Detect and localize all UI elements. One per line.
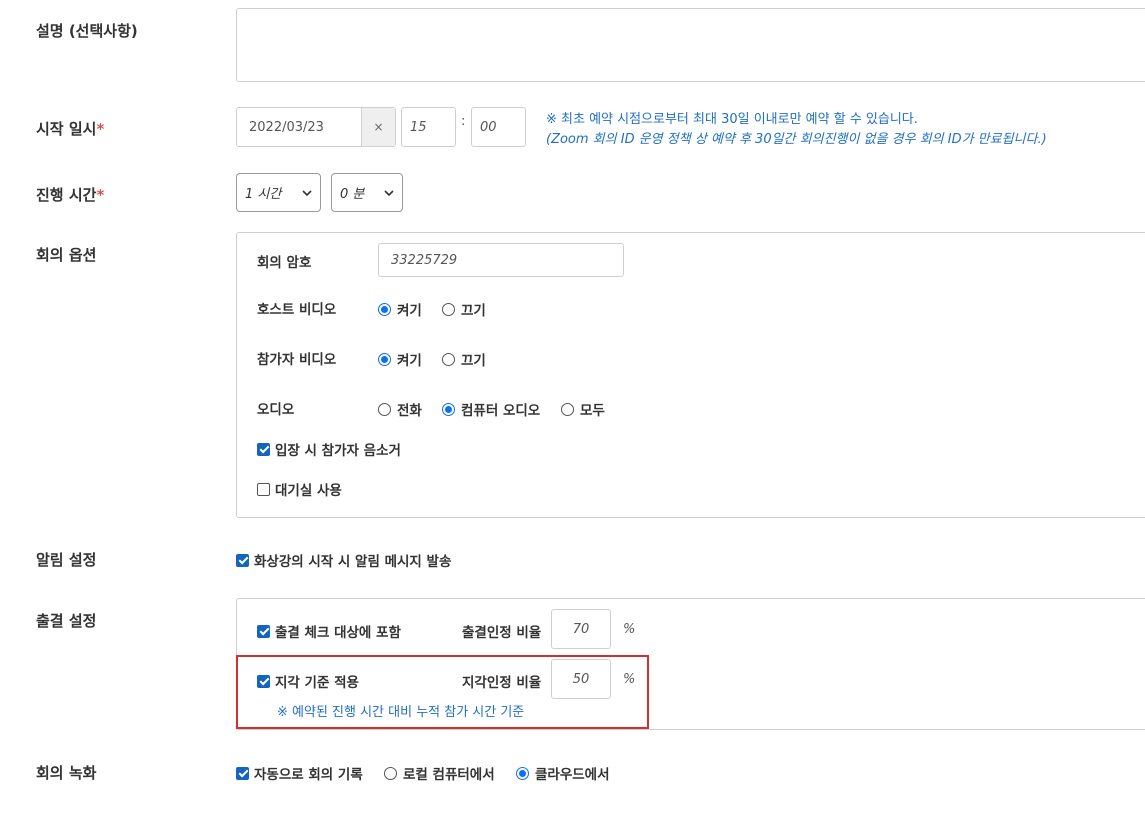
start-label-text: 시작 일시	[36, 120, 97, 138]
late-ratio-unit: %	[623, 672, 636, 687]
checkbox-checked[interactable]	[257, 674, 270, 688]
participant-video-label: 참가자 비디오	[257, 352, 337, 368]
late-apply-checkbox[interactable]: 지각 기준 적용	[257, 671, 359, 691]
chevron-down-icon	[302, 189, 312, 196]
duration-label: 진행 시간*	[36, 184, 104, 205]
radio-unselected[interactable]	[384, 766, 397, 780]
radio-selected[interactable]	[442, 402, 455, 416]
chevron-down-icon	[384, 189, 394, 196]
waiting-room-checkbox[interactable]: 대기실 사용	[257, 479, 342, 499]
description-label: 설명 (선택사항)	[36, 22, 138, 40]
reservation-note: ※ 최초 예약 시점으로부터 최대 30일 이내로만 예약 할 수 있습니다.	[546, 112, 918, 127]
minutes-select-value: 0 분	[340, 187, 365, 202]
attend-ratio-unit: %	[623, 622, 636, 637]
mute-on-entry-checkbox[interactable]: 입장 시 참가자 음소거	[257, 439, 401, 459]
attendance-include-checkbox[interactable]: 출결 체크 대상에 포함	[257, 621, 401, 641]
record-local-radio[interactable]: 로컬 컴퓨터에서	[384, 763, 495, 783]
notification-option-label: 화상강의 시작 시 알림 메시지 발송	[254, 554, 452, 570]
auto-record-checkbox[interactable]: 자동으로 회의 기록	[236, 763, 363, 783]
waiting-room-label: 대기실 사용	[275, 483, 342, 499]
password-label: 회의 암호	[257, 255, 312, 271]
late-ratio-input[interactable]: 50	[551, 659, 611, 699]
late-note: ※ 예약된 진행 시간 대비 누적 참가 시간 기준	[277, 705, 525, 720]
attendance-include-label: 출결 체크 대상에 포함	[275, 625, 401, 641]
notification-checkbox[interactable]: 화상강의 시작 시 알림 메시지 발송	[236, 550, 451, 570]
host-video-on[interactable]: 켜기	[378, 299, 422, 319]
radio-selected[interactable]	[378, 352, 391, 366]
radio-unselected[interactable]	[442, 352, 455, 366]
host-video-off-label: 끄기	[461, 303, 486, 319]
participant-video-on[interactable]: 켜기	[378, 349, 422, 369]
checkbox-checked[interactable]	[236, 766, 249, 780]
audio-computer-label: 컴퓨터 오디오	[461, 403, 541, 419]
attend-ratio-label: 출결인정 비율	[462, 625, 542, 641]
radio-unselected[interactable]	[561, 402, 574, 416]
date-clear-button[interactable]: ×	[361, 108, 395, 146]
minutes-select[interactable]: 0 분	[331, 173, 403, 212]
required-mark: *	[96, 186, 105, 204]
recording-label: 회의 녹화	[36, 764, 97, 782]
radio-selected[interactable]	[516, 766, 529, 780]
host-video-on-label: 켜기	[397, 303, 422, 319]
record-local-label: 로컬 컴퓨터에서	[403, 767, 495, 783]
record-cloud-radio[interactable]: 클라우드에서	[516, 763, 610, 783]
radio-unselected[interactable]	[378, 402, 391, 416]
date-picker[interactable]: 2022/03/23 ×	[236, 107, 396, 147]
audio-both[interactable]: 모두	[561, 399, 605, 419]
radio-selected[interactable]	[378, 302, 391, 316]
audio-computer[interactable]: 컴퓨터 오디오	[442, 399, 540, 419]
zoom-id-note: (Zoom 회의 ID 운영 정책 상 예약 후 30일간 회의진행이 없을 경…	[546, 132, 1047, 147]
audio-phone-label: 전화	[397, 403, 422, 419]
checkbox-checked[interactable]	[236, 553, 249, 567]
audio-phone[interactable]: 전화	[378, 399, 422, 419]
time-colon: :	[461, 114, 466, 129]
late-ratio-label: 지각인정 비율	[462, 675, 542, 691]
date-input[interactable]: 2022/03/23	[237, 108, 361, 146]
audio-both-label: 모두	[580, 403, 605, 419]
mute-on-entry-label: 입장 시 참가자 음소거	[275, 443, 401, 459]
radio-unselected[interactable]	[442, 302, 455, 316]
description-textarea[interactable]	[236, 8, 1145, 82]
late-apply-label: 지각 기준 적용	[275, 675, 359, 691]
participant-video-off-label: 끄기	[461, 353, 486, 369]
audio-label: 오디오	[257, 402, 295, 418]
meeting-options-label: 회의 옵션	[36, 246, 97, 264]
hour-input[interactable]: 15	[401, 107, 456, 147]
hours-select[interactable]: 1 시간	[236, 173, 321, 212]
password-input[interactable]: 33225729	[378, 243, 624, 277]
participant-video-off[interactable]: 끄기	[442, 349, 486, 369]
required-mark: *	[96, 120, 105, 138]
auto-record-label: 자동으로 회의 기록	[254, 767, 363, 783]
checkbox-checked[interactable]	[257, 442, 270, 456]
minute-input[interactable]: 00	[471, 107, 526, 147]
checkbox-unchecked[interactable]	[257, 482, 270, 496]
start-label: 시작 일시*	[36, 118, 104, 139]
participant-video-on-label: 켜기	[397, 353, 422, 369]
host-video-off[interactable]: 끄기	[442, 299, 486, 319]
host-video-label: 호스트 비디오	[257, 302, 337, 318]
record-cloud-label: 클라우드에서	[535, 767, 610, 783]
checkbox-checked[interactable]	[257, 624, 270, 638]
meeting-options-panel	[236, 232, 1145, 518]
attendance-label: 출결 설정	[36, 612, 97, 630]
attend-ratio-input[interactable]: 70	[551, 609, 611, 649]
duration-label-text: 진행 시간	[36, 186, 97, 204]
notification-label: 알림 설정	[36, 551, 97, 569]
hours-select-value: 1 시간	[245, 187, 282, 202]
